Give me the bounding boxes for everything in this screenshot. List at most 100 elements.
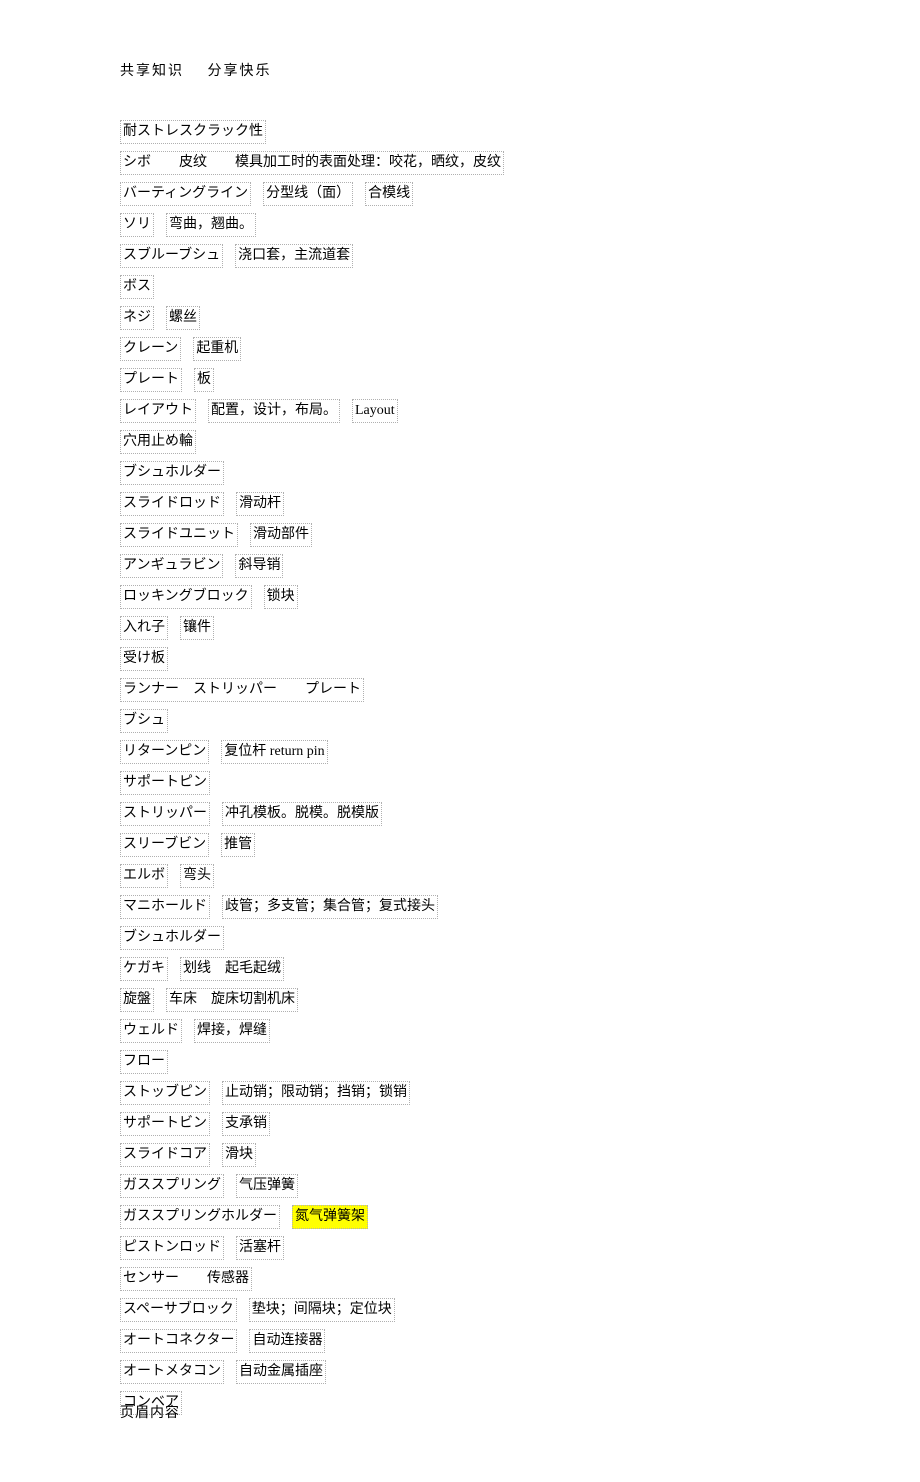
header-part1: 共享知识 — [120, 64, 184, 79]
glossary-segment: サポートビン — [120, 1112, 210, 1136]
glossary-segment: 起重机 — [193, 337, 241, 361]
glossary-segment: ブシュホルダー — [120, 461, 224, 485]
glossary-row: ソリ 弯曲，翘曲。 — [120, 213, 800, 237]
glossary-segment: 活塞杆 — [236, 1236, 284, 1260]
glossary-segment: 自动金属插座 — [236, 1360, 326, 1384]
glossary-row: スペーサブロック 垫块；间隔块；定位块 — [120, 1298, 800, 1322]
glossary-segment: エルボ — [120, 864, 168, 888]
glossary-row: 入れ子 镶件 — [120, 616, 800, 640]
glossary-row: スブルーブシュ 浇口套，主流道套 — [120, 244, 800, 268]
glossary-segment: スライドコア — [120, 1143, 210, 1167]
glossary-row: エルボ 弯头 — [120, 864, 800, 888]
glossary-segment: 耐ストレスクラック性 — [120, 120, 266, 144]
glossary-segment: 镶件 — [180, 616, 214, 640]
glossary-segment: スライドユニット — [120, 523, 238, 547]
glossary-row: センサー 传感器 — [120, 1267, 800, 1291]
glossary-segment: オートメタコン — [120, 1360, 224, 1384]
glossary-segment: シボ 皮纹 模具加工时的表面处理：咬花，晒纹，皮纹 — [120, 151, 504, 175]
glossary-segment: Layout — [352, 399, 398, 423]
glossary-segment: スブルーブシュ — [120, 244, 223, 268]
glossary-row: ランナー ストリッパー プレート — [120, 678, 800, 702]
glossary-row: ケガキ 划线 起毛起绒 — [120, 957, 800, 981]
glossary-row: ネジ 螺丝 — [120, 306, 800, 330]
glossary-segment: 支承销 — [222, 1112, 270, 1136]
glossary-row: 受け板 — [120, 647, 800, 671]
glossary-segment: ウェルド — [120, 1019, 182, 1043]
glossary-segment: ブシュホルダー — [120, 926, 224, 950]
glossary-segment: 推管 — [221, 833, 255, 857]
glossary-row: スライドコア 滑块 — [120, 1143, 800, 1167]
glossary-row: ボス — [120, 275, 800, 299]
page-header: 共享知识 分享快乐 — [120, 60, 800, 80]
glossary-segment: 浇口套，主流道套 — [235, 244, 353, 268]
glossary-segment: 滑块 — [222, 1143, 256, 1167]
glossary-segment: 滑动杆 — [236, 492, 284, 516]
glossary-segment: 斜导销 — [235, 554, 283, 578]
glossary-segment: ケガキ — [120, 957, 168, 981]
glossary-segment: マニホールド — [120, 895, 210, 919]
glossary-segment: オートコネクター — [120, 1329, 237, 1353]
glossary-row: ウェルド 焊接，焊缝 — [120, 1019, 800, 1043]
page-footer: 页眉内容 — [120, 1402, 180, 1422]
glossary-segment: ガススプリング — [120, 1174, 224, 1198]
glossary-list: 耐ストレスクラック性シボ 皮纹 模具加工时的表面处理：咬花，晒纹，皮纹バーティン… — [120, 120, 800, 1415]
glossary-segment: ストッブピン — [120, 1081, 210, 1105]
glossary-segment: クレーン — [120, 337, 181, 361]
glossary-segment: 合模线 — [365, 182, 413, 206]
glossary-row: リターンピン 复位杆 return pin — [120, 740, 800, 764]
glossary-segment: ボス — [120, 275, 154, 299]
glossary-segment: レイアウト — [120, 399, 196, 423]
glossary-segment: ソリ — [120, 213, 154, 237]
glossary-segment: 螺丝 — [166, 306, 200, 330]
glossary-segment: 锁块 — [264, 585, 298, 609]
glossary-segment: 受け板 — [120, 647, 168, 671]
glossary-row: オートコネクター 自动连接器 — [120, 1329, 800, 1353]
glossary-segment: センサー 传感器 — [120, 1267, 252, 1291]
glossary-segment: 分型线（面） — [263, 182, 353, 206]
glossary-segment: 气压弹簧 — [236, 1174, 298, 1198]
glossary-segment: 焊接，焊缝 — [194, 1019, 270, 1043]
glossary-segment: バーティングライン — [120, 182, 251, 206]
glossary-segment: サポートピン — [120, 771, 210, 795]
glossary-row: オートメタコン 自动金属插座 — [120, 1360, 800, 1384]
glossary-row: ブシュ — [120, 709, 800, 733]
glossary-segment: 自动连接器 — [249, 1329, 325, 1353]
glossary-segment: 车床 旋床切割机床 — [166, 988, 298, 1012]
glossary-segment: ロッキングブロック — [120, 585, 252, 609]
glossary-segment: アンギュラビン — [120, 554, 223, 578]
glossary-segment: 氮气弹簧架 — [292, 1205, 368, 1229]
glossary-row: スライドロッド 滑动杆 — [120, 492, 800, 516]
glossary-segment: スライドロッド — [120, 492, 224, 516]
glossary-row: 耐ストレスクラック性 — [120, 120, 800, 144]
document-page: 共享知识 分享快乐 耐ストレスクラック性シボ 皮纹 模具加工时的表面处理：咬花，… — [0, 0, 920, 1482]
glossary-row: ストリッパー 冲孔模板。脱模。脱模版 — [120, 802, 800, 826]
glossary-row: マニホールド 歧管；多支管；集合管；复式接头 — [120, 895, 800, 919]
glossary-row: スライドユニット 滑动部件 — [120, 523, 800, 547]
glossary-segment: 入れ子 — [120, 616, 168, 640]
glossary-segment: スリーブビン — [120, 833, 209, 857]
glossary-row: アンギュラビン 斜导销 — [120, 554, 800, 578]
glossary-row: ロッキングブロック 锁块 — [120, 585, 800, 609]
glossary-segment: プレート — [120, 368, 182, 392]
glossary-row: ガススプリング 气压弹簧 — [120, 1174, 800, 1198]
glossary-segment: 划线 起毛起绒 — [180, 957, 284, 981]
glossary-segment: 旋盤 — [120, 988, 154, 1012]
glossary-row: フロー — [120, 1050, 800, 1074]
glossary-segment: ネジ — [120, 306, 154, 330]
glossary-segment: スペーサブロック — [120, 1298, 237, 1322]
glossary-row: ブシュホルダー — [120, 926, 800, 950]
glossary-row: ストッブピン 止动销；限动销；挡销；锁销 — [120, 1081, 800, 1105]
glossary-row: コンベア — [120, 1391, 800, 1415]
glossary-row: サポートビン 支承销 — [120, 1112, 800, 1136]
glossary-segment: ランナー ストリッパー プレート — [120, 678, 364, 702]
glossary-row: ガススプリングホルダー 氮气弹簧架 — [120, 1205, 800, 1229]
glossary-segment: リターンピン — [120, 740, 209, 764]
glossary-row: ピストンロッド 活塞杆 — [120, 1236, 800, 1260]
glossary-row: ブシュホルダー — [120, 461, 800, 485]
glossary-row: サポートピン — [120, 771, 800, 795]
glossary-segment: 弯曲，翘曲。 — [166, 213, 256, 237]
glossary-segment: 复位杆 return pin — [221, 740, 327, 764]
glossary-segment: ブシュ — [120, 709, 168, 733]
glossary-segment: 配置，设计，布局。 — [208, 399, 340, 423]
glossary-segment: 冲孔模板。脱模。脱模版 — [222, 802, 382, 826]
